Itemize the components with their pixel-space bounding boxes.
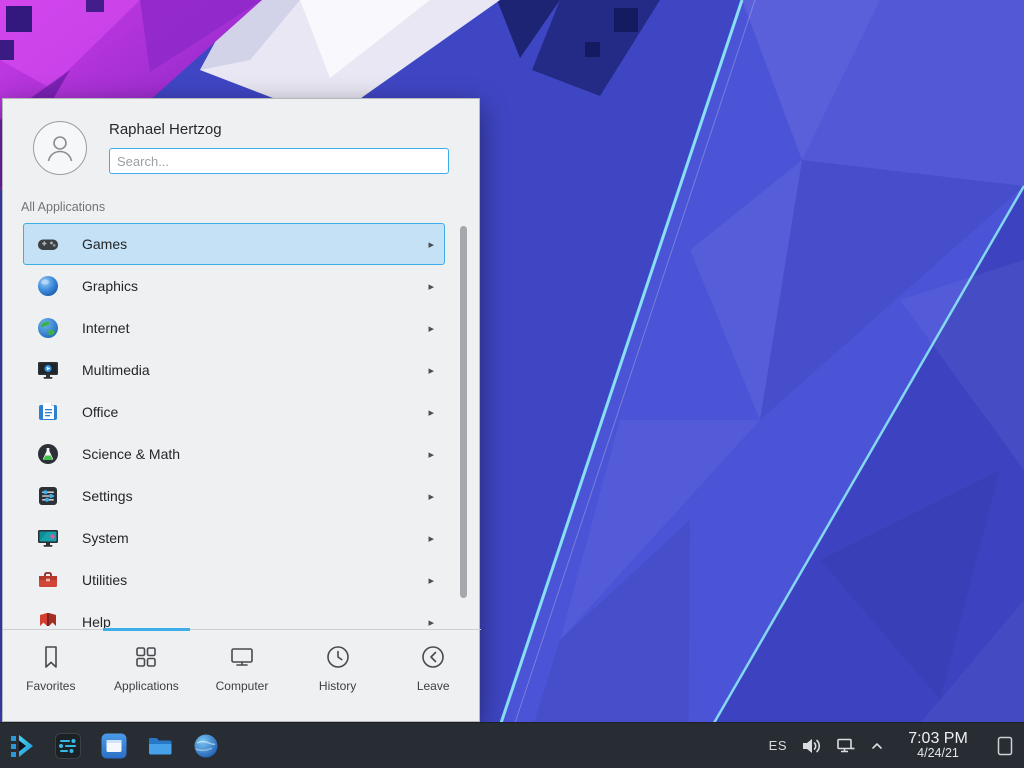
user-icon [43, 131, 77, 165]
category-label: Office [82, 404, 118, 420]
tab-label: Computer [216, 679, 269, 693]
bookmark-icon [37, 643, 65, 671]
category-label: Utilities [82, 572, 127, 588]
computer-icon [228, 643, 256, 671]
search-input[interactable] [109, 148, 449, 174]
tab-label: Favorites [26, 679, 75, 693]
toolbox-icon [36, 568, 60, 592]
category-label: System [82, 530, 129, 546]
taskbar: ES 7:03 PM 4/24/21 [0, 722, 1024, 768]
tab-history[interactable]: History [290, 630, 386, 721]
clock-date: 4/24/21 [897, 747, 979, 761]
user-name: Raphael Hertzog [109, 121, 222, 138]
category-games[interactable]: Games ▸ [23, 223, 445, 265]
category-label: Help [82, 614, 111, 629]
user-avatar[interactable] [33, 121, 87, 175]
submenu-arrow-icon: ▸ [428, 616, 434, 629]
category-graphics[interactable]: Graphics ▸ [23, 265, 445, 307]
sliders-icon [36, 484, 60, 508]
category-science-math[interactable]: Science & Math ▸ [23, 433, 445, 475]
category-utilities[interactable]: Utilities ▸ [23, 559, 445, 601]
tab-label: Leave [417, 679, 450, 693]
category-settings[interactable]: Settings ▸ [23, 475, 445, 517]
category-label: Graphics [82, 278, 138, 294]
taskbar-launchers [0, 732, 220, 760]
category-multimedia[interactable]: Multimedia ▸ [23, 349, 445, 391]
category-label: Internet [82, 320, 129, 336]
category-help[interactable]: Help ▸ [23, 601, 445, 629]
leave-icon [419, 643, 447, 671]
system-tray: ES 7:03 PM 4/24/21 [769, 723, 1024, 768]
category-label: Settings [82, 488, 133, 504]
file-manager-folder-icon[interactable] [146, 732, 174, 760]
sphere-icon [36, 274, 60, 298]
submenu-arrow-icon: ▸ [428, 406, 434, 419]
volume-icon[interactable] [800, 735, 822, 757]
section-label-all-applications: All Applications [21, 200, 105, 214]
web-browser-globe-icon[interactable] [192, 732, 220, 760]
tray-expand-chevron-icon[interactable] [870, 739, 884, 753]
network-icon[interactable] [835, 735, 857, 757]
application-launcher-popup: Raphael Hertzog All Applications Games ▸… [2, 98, 480, 722]
tab-label: History [319, 679, 356, 693]
media-monitor-icon [36, 358, 60, 382]
grid-icon [132, 643, 160, 671]
digital-clock[interactable]: 7:03 PM 4/24/21 [897, 730, 979, 761]
history-clock-icon [324, 643, 352, 671]
tab-favorites[interactable]: Favorites [3, 630, 99, 721]
submenu-arrow-icon: ▸ [428, 448, 434, 461]
keyboard-layout-indicator[interactable]: ES [769, 738, 787, 753]
submenu-arrow-icon: ▸ [428, 364, 434, 377]
submenu-arrow-icon: ▸ [428, 238, 434, 251]
gamepad-icon [36, 232, 60, 256]
window-app-icon[interactable] [100, 732, 128, 760]
application-launcher-icon[interactable] [8, 732, 36, 760]
tab-label: Applications [114, 679, 179, 693]
launcher-tab-bar: Favorites Applications Computer History … [3, 629, 481, 721]
category-label: Games [82, 236, 127, 252]
submenu-arrow-icon: ▸ [428, 532, 434, 545]
active-tab-indicator [103, 628, 191, 631]
show-desktop-icon [994, 735, 1016, 757]
tab-leave[interactable]: Leave [385, 630, 481, 721]
document-icon [36, 400, 60, 424]
system-monitor-icon [36, 526, 60, 550]
help-book-icon [36, 610, 60, 629]
globe-icon [36, 316, 60, 340]
category-label: Multimedia [82, 362, 150, 378]
category-system[interactable]: System ▸ [23, 517, 445, 559]
tab-applications[interactable]: Applications [99, 630, 195, 721]
category-list: Games ▸ Graphics ▸ Internet ▸ [3, 223, 481, 629]
task-manager-settings-icon[interactable] [54, 732, 82, 760]
submenu-arrow-icon: ▸ [428, 490, 434, 503]
clock-time: 7:03 PM [897, 730, 979, 748]
category-internet[interactable]: Internet ▸ [23, 307, 445, 349]
desktop[interactable]: Raphael Hertzog All Applications Games ▸… [0, 0, 1024, 768]
flask-icon [36, 442, 60, 466]
category-office[interactable]: Office ▸ [23, 391, 445, 433]
category-label: Science & Math [82, 446, 180, 462]
submenu-arrow-icon: ▸ [428, 322, 434, 335]
submenu-arrow-icon: ▸ [428, 574, 434, 587]
scrollbar-handle[interactable] [460, 226, 467, 598]
tab-computer[interactable]: Computer [194, 630, 290, 721]
submenu-arrow-icon: ▸ [428, 280, 434, 293]
show-desktop-button[interactable] [992, 723, 1018, 768]
